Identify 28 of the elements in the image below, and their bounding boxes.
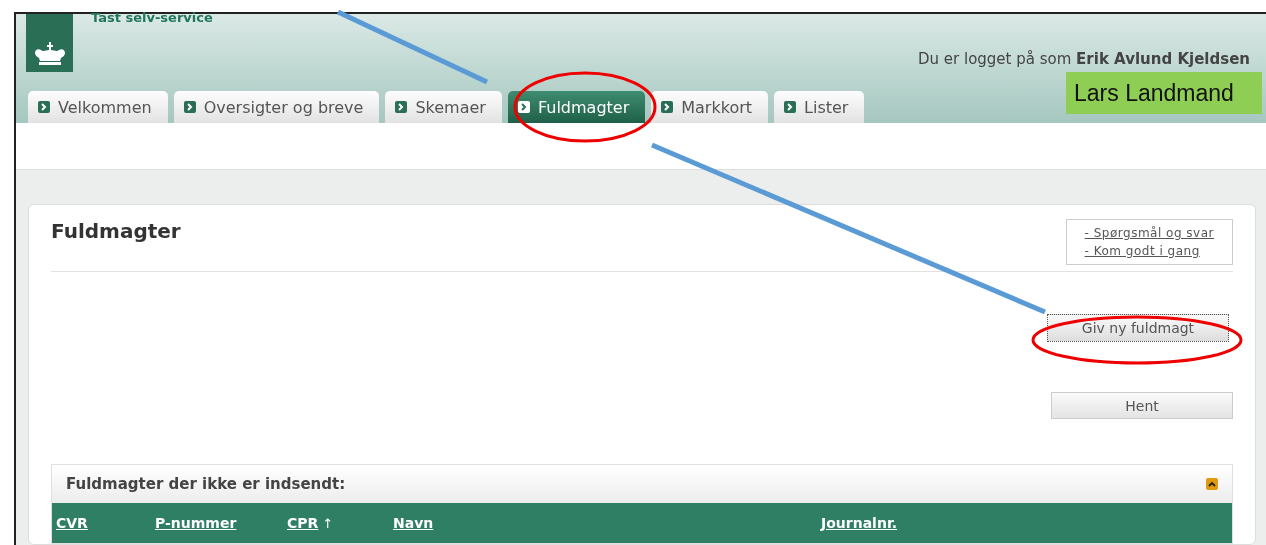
nav-tab[interactable]: Oversigter og breve bbox=[173, 91, 380, 124]
chevron-icon bbox=[517, 101, 530, 114]
sort-arrow: ↑ bbox=[322, 515, 334, 531]
column-header[interactable]: CPR bbox=[287, 515, 319, 531]
annotation-label: Lars Landmand bbox=[1066, 72, 1262, 114]
nav-tab[interactable]: Markkort bbox=[651, 91, 769, 124]
page-title: Fuldmagter bbox=[51, 219, 181, 245]
column-header[interactable]: P-nummer bbox=[155, 515, 237, 531]
chevron-icon bbox=[661, 101, 674, 114]
nav-tab[interactable]: Velkommen bbox=[28, 91, 168, 124]
chevron-icon bbox=[183, 101, 196, 114]
crown-logo bbox=[26, 14, 73, 72]
section-title: Fuldmagter der ikke er indsendt: bbox=[66, 475, 346, 493]
column-header[interactable]: Journalnr. bbox=[821, 515, 898, 531]
help-link[interactable]: - Spørgsmål og svar bbox=[1084, 226, 1214, 240]
column-header[interactable]: Navn bbox=[393, 515, 434, 531]
nav-tab[interactable]: Lister bbox=[774, 91, 865, 124]
chevron-icon bbox=[38, 101, 50, 114]
login-status: Du er logget på som Erik Avlund Kjeldsen bbox=[918, 50, 1250, 68]
service-name: Tast selv-service bbox=[91, 10, 213, 26]
nav-tab[interactable]: Fuldmagter bbox=[507, 91, 646, 124]
nav-tab[interactable]: Skemaer bbox=[385, 91, 502, 124]
fetch-button[interactable]: Hent bbox=[1051, 392, 1233, 419]
collapse-icon[interactable] bbox=[1206, 478, 1218, 490]
column-header[interactable]: CVR bbox=[56, 515, 88, 531]
chevron-icon bbox=[395, 101, 408, 114]
chevron-icon bbox=[784, 101, 797, 114]
help-link[interactable]: - Kom godt i gang bbox=[1084, 244, 1214, 258]
